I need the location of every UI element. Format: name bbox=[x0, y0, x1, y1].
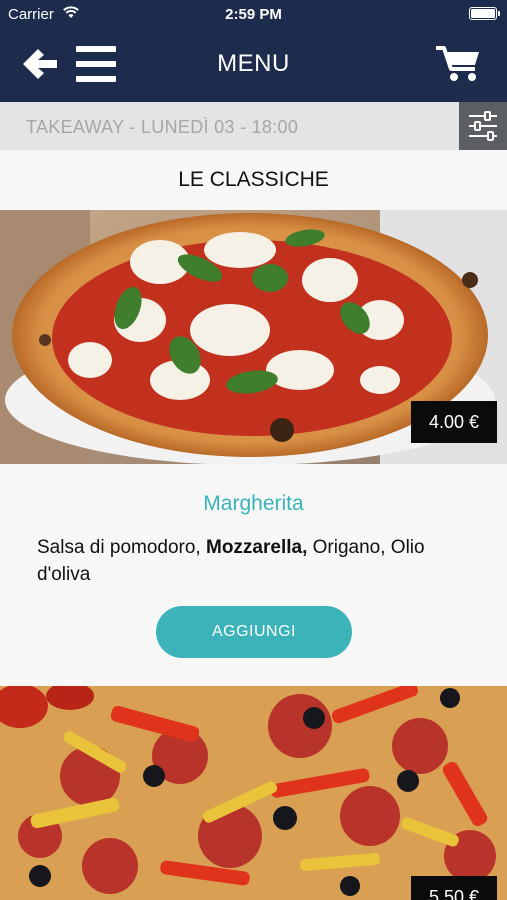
app-header: Carrier 2:59 PM MENU bbox=[0, 0, 507, 102]
desc-bold-ingredient: Mozzarella, bbox=[206, 537, 308, 558]
category-title: LE CLASSICHE bbox=[0, 150, 507, 210]
shopping-cart-icon[interactable] bbox=[435, 44, 481, 84]
filter-settings-button[interactable] bbox=[459, 102, 507, 150]
price-badge: 4.00 € bbox=[411, 401, 497, 443]
pizza-diavola-image[interactable]: 5.50 € bbox=[0, 686, 507, 900]
battery-icon bbox=[469, 7, 500, 20]
margherita-image[interactable]: 4.00 € bbox=[0, 210, 507, 464]
product-card: Margherita Salsa di pomodoro, Mozzarella… bbox=[0, 464, 507, 686]
product-name[interactable]: Margherita bbox=[0, 492, 507, 516]
add-to-cart-button[interactable]: AGGIUNGI bbox=[156, 606, 352, 658]
desc-part-1: Salsa di pomodoro, bbox=[37, 537, 206, 558]
product-description: Salsa di pomodoro, Mozzarella, Origano, … bbox=[37, 534, 457, 588]
pizza-illustration bbox=[0, 686, 507, 900]
clock: 2:59 PM bbox=[225, 6, 282, 23]
price-badge: 5.50 € bbox=[411, 876, 497, 900]
order-type-date: TAKEAWAY - LUNEDÌ 03 - 18:00 bbox=[26, 117, 299, 137]
order-filter-bar[interactable]: TAKEAWAY - LUNEDÌ 03 - 18:00 bbox=[0, 102, 507, 150]
sliders-icon bbox=[469, 111, 497, 141]
status-bar: Carrier 2:59 PM bbox=[0, 0, 507, 28]
page-title: MENU bbox=[217, 50, 290, 77]
